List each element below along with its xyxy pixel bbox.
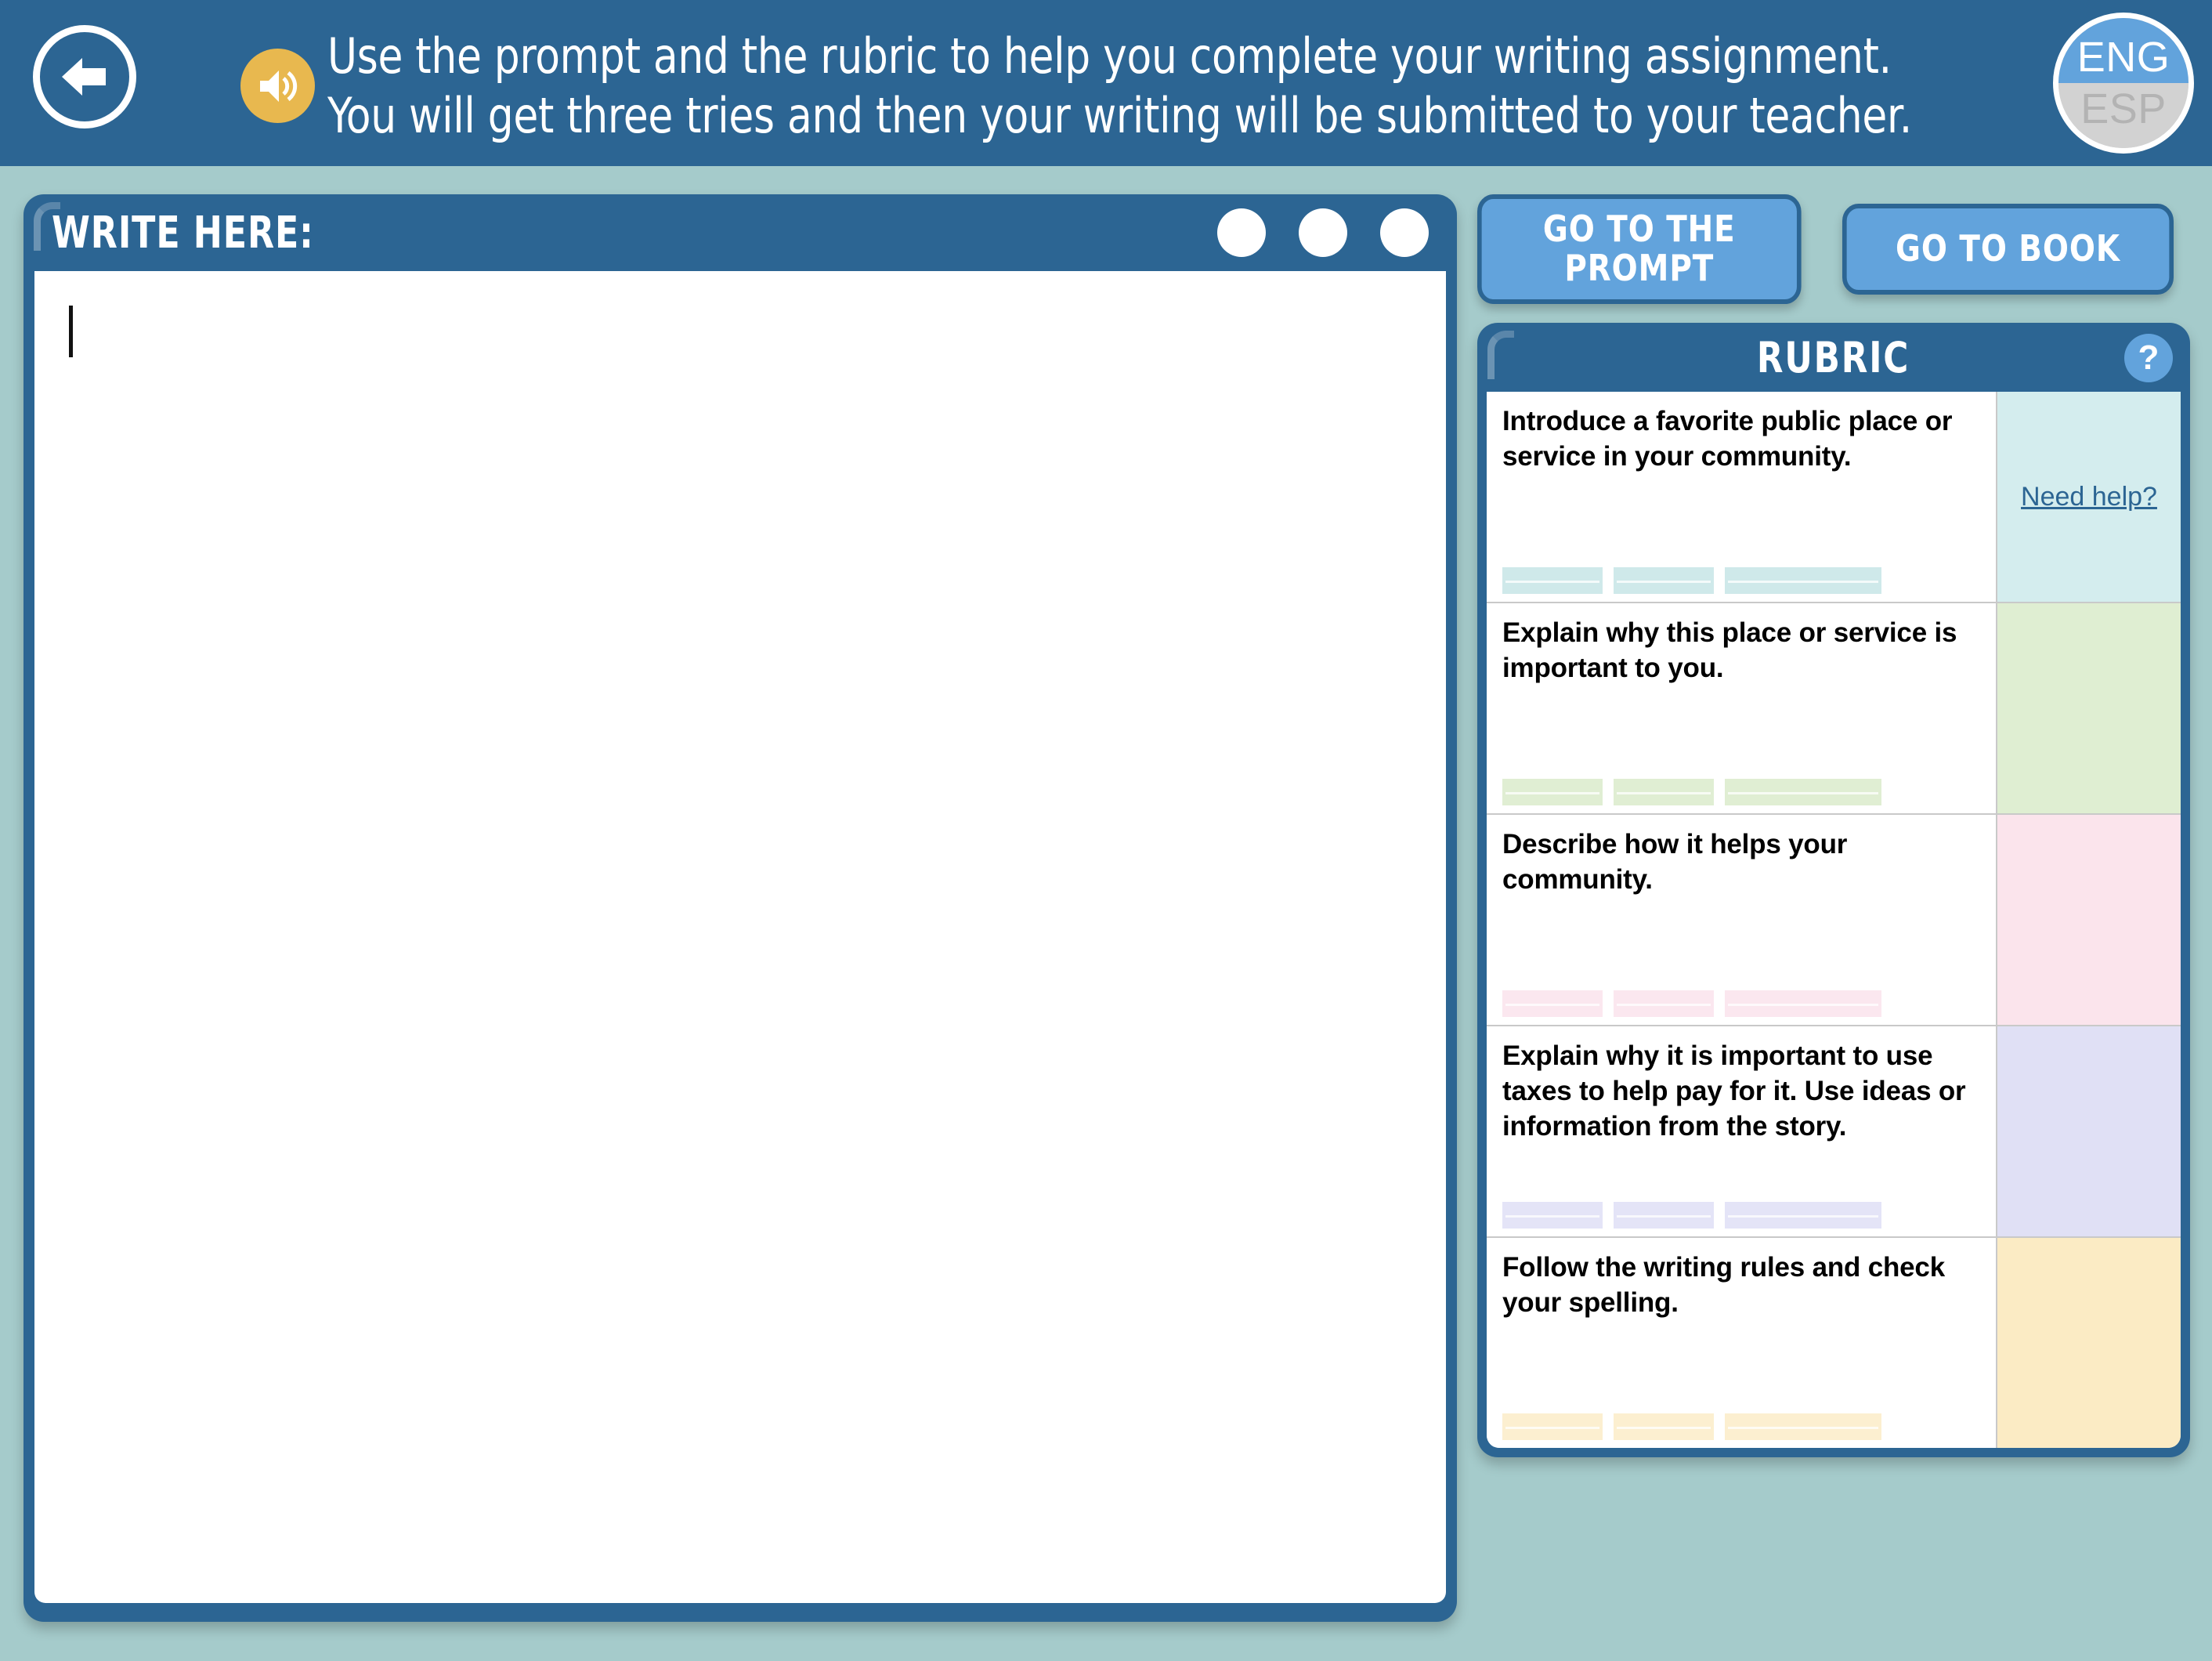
score-bar-group (1502, 1202, 1881, 1229)
rubric-criterion-cell: Follow the writing rules and check your … (1487, 1238, 1997, 1448)
try-indicator-1[interactable] (1217, 208, 1266, 257)
score-bar-3[interactable] (1725, 990, 1881, 1017)
rubric-score-cell[interactable] (1997, 1026, 2181, 1236)
score-bar-3[interactable] (1725, 1202, 1881, 1229)
audio-play-button[interactable] (240, 49, 315, 123)
need-help-link[interactable]: Need help? (2021, 482, 2157, 512)
try-indicator-2[interactable] (1299, 208, 1347, 257)
write-panel-header: WRITE HERE: (23, 194, 1457, 271)
back-button[interactable] (33, 25, 136, 128)
language-option-eng[interactable]: ENG (2058, 18, 2189, 83)
score-bar-1[interactable] (1502, 1413, 1603, 1440)
score-bar-2[interactable] (1614, 1413, 1714, 1440)
rubric-criterion-cell: Introduce a favorite public place or ser… (1487, 392, 1997, 602)
try-indicator-3[interactable] (1380, 208, 1429, 257)
rubric-score-cell[interactable] (1997, 1238, 2181, 1448)
instruction-line-2: You will get three tries and then your w… (327, 86, 1912, 144)
score-bar-group (1502, 567, 1881, 594)
rubric-criterion-text: Follow the writing rules and check your … (1502, 1252, 1945, 1318)
app-header: Use the prompt and the rubric to help yo… (0, 0, 2212, 166)
instruction-line-1: Use the prompt and the rubric to help yo… (327, 27, 1892, 85)
navigation-button-group: GO TO THE PROMPT GO TO BOOK (1477, 194, 2195, 304)
rubric-criterion-cell: Explain why this place or service is imp… (1487, 603, 1997, 813)
score-bar-group (1502, 1413, 1881, 1440)
score-bar-2[interactable] (1614, 1202, 1714, 1229)
rubric-panel: RUBRIC ? Introduce a favorite public pla… (1477, 323, 2190, 1457)
rubric-criterion-text: Introduce a favorite public place or ser… (1502, 406, 1953, 472)
score-bar-2[interactable] (1614, 567, 1714, 594)
write-here-label: WRITE HERE: (52, 207, 314, 259)
score-bar-3[interactable] (1725, 1413, 1881, 1440)
score-bar-group (1502, 779, 1881, 805)
help-button[interactable]: ? (2124, 334, 2173, 382)
rubric-row: Follow the writing rules and check your … (1487, 1238, 2181, 1448)
write-panel: WRITE HERE: (23, 194, 1457, 1622)
rubric-criterion-text: Explain why it is important to use taxes… (1502, 1040, 1966, 1142)
score-bar-1[interactable] (1502, 990, 1603, 1017)
back-arrow-icon (62, 58, 106, 96)
rubric-score-cell[interactable] (1997, 815, 2181, 1025)
score-bar-1[interactable] (1502, 779, 1603, 805)
rubric-row: Describe how it helps your community. (1487, 815, 2181, 1026)
rubric-row: Explain why this place or service is imp… (1487, 603, 2181, 815)
rubric-row: Explain why it is important to use taxes… (1487, 1026, 2181, 1238)
score-bar-1[interactable] (1502, 567, 1603, 594)
language-toggle[interactable]: ENG ESP (2053, 13, 2194, 154)
rubric-criterion-text: Explain why this place or service is imp… (1502, 617, 1957, 683)
rubric-criterion-text: Describe how it helps your community. (1502, 829, 1848, 895)
rubric-title: RUBRIC (1757, 332, 1910, 382)
rubric-table: Introduce a favorite public place or ser… (1487, 392, 2181, 1448)
score-bar-2[interactable] (1614, 779, 1714, 805)
rubric-header: RUBRIC ? (1477, 323, 2190, 392)
go-to-prompt-button[interactable]: GO TO THE PROMPT (1477, 194, 1802, 304)
writing-textarea[interactable] (34, 271, 1446, 1603)
score-bar-group (1502, 990, 1881, 1017)
score-bar-2[interactable] (1614, 990, 1714, 1017)
rubric-criterion-cell: Describe how it helps your community. (1487, 815, 1997, 1025)
try-indicator-group (1217, 208, 1429, 257)
rubric-score-cell[interactable] (1997, 603, 2181, 813)
speaker-icon (259, 70, 297, 102)
language-option-esp[interactable]: ESP (2058, 83, 2189, 148)
rubric-score-cell[interactable]: Need help? (1997, 392, 2181, 602)
text-cursor (69, 306, 73, 357)
score-bar-3[interactable] (1725, 567, 1881, 594)
rubric-row: Introduce a favorite public place or ser… (1487, 392, 2181, 603)
go-to-book-button[interactable]: GO TO BOOK (1842, 204, 2174, 295)
rubric-criterion-cell: Explain why it is important to use taxes… (1487, 1026, 1997, 1236)
instruction-text: Use the prompt and the rubric to help yo… (327, 27, 1912, 145)
score-bar-1[interactable] (1502, 1202, 1603, 1229)
score-bar-3[interactable] (1725, 779, 1881, 805)
